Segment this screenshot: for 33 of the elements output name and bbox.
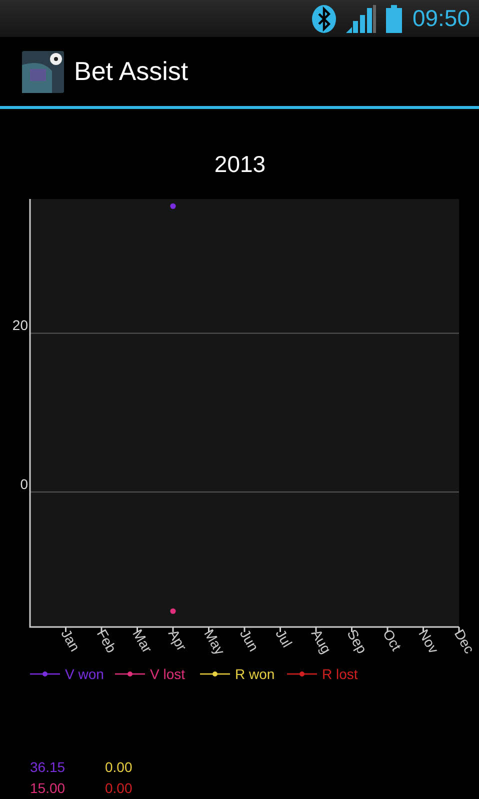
data-point: [170, 203, 176, 209]
legend-label: V won: [65, 666, 104, 682]
x-tick-label: Mar: [130, 626, 156, 656]
x-tick-label: Apr: [165, 626, 190, 654]
battery-icon: [386, 4, 402, 32]
y-tick-label: 20: [12, 317, 28, 334]
total-value: 0.00: [105, 780, 134, 797]
legend-marker-icon: [200, 672, 230, 676]
app-title: Bet Assist: [74, 56, 188, 87]
total-value: 0.00: [105, 759, 134, 776]
total-value: 36.15: [30, 759, 66, 776]
clock-time: 09:50: [412, 5, 470, 32]
legend-marker-icon: [287, 672, 317, 676]
legend-marker-icon: [30, 672, 60, 676]
chart-title: 2013: [214, 151, 266, 177]
x-tick-label: Aug: [308, 626, 335, 656]
x-tick-label: Jan: [58, 626, 84, 654]
signal-icon: [346, 4, 376, 32]
x-tick-label: Feb: [94, 626, 120, 656]
total-value: 15.00: [30, 780, 66, 797]
x-tick-label: Sep: [344, 626, 370, 656]
legend-label: R lost: [322, 666, 358, 682]
x-tick-label: Jun: [236, 626, 262, 654]
bluetooth-icon: [312, 4, 336, 32]
data-point: [170, 608, 176, 614]
x-tick-label: Jul: [272, 626, 296, 650]
legend-marker-icon: [115, 672, 145, 676]
app-logo-icon[interactable]: [22, 50, 64, 92]
x-tick-label: Oct: [380, 626, 405, 654]
legend-label: R won: [235, 666, 275, 682]
y-tick-label: 0: [20, 476, 28, 492]
legend-label: V lost: [150, 666, 186, 682]
x-tick-label: Nov: [416, 626, 442, 656]
